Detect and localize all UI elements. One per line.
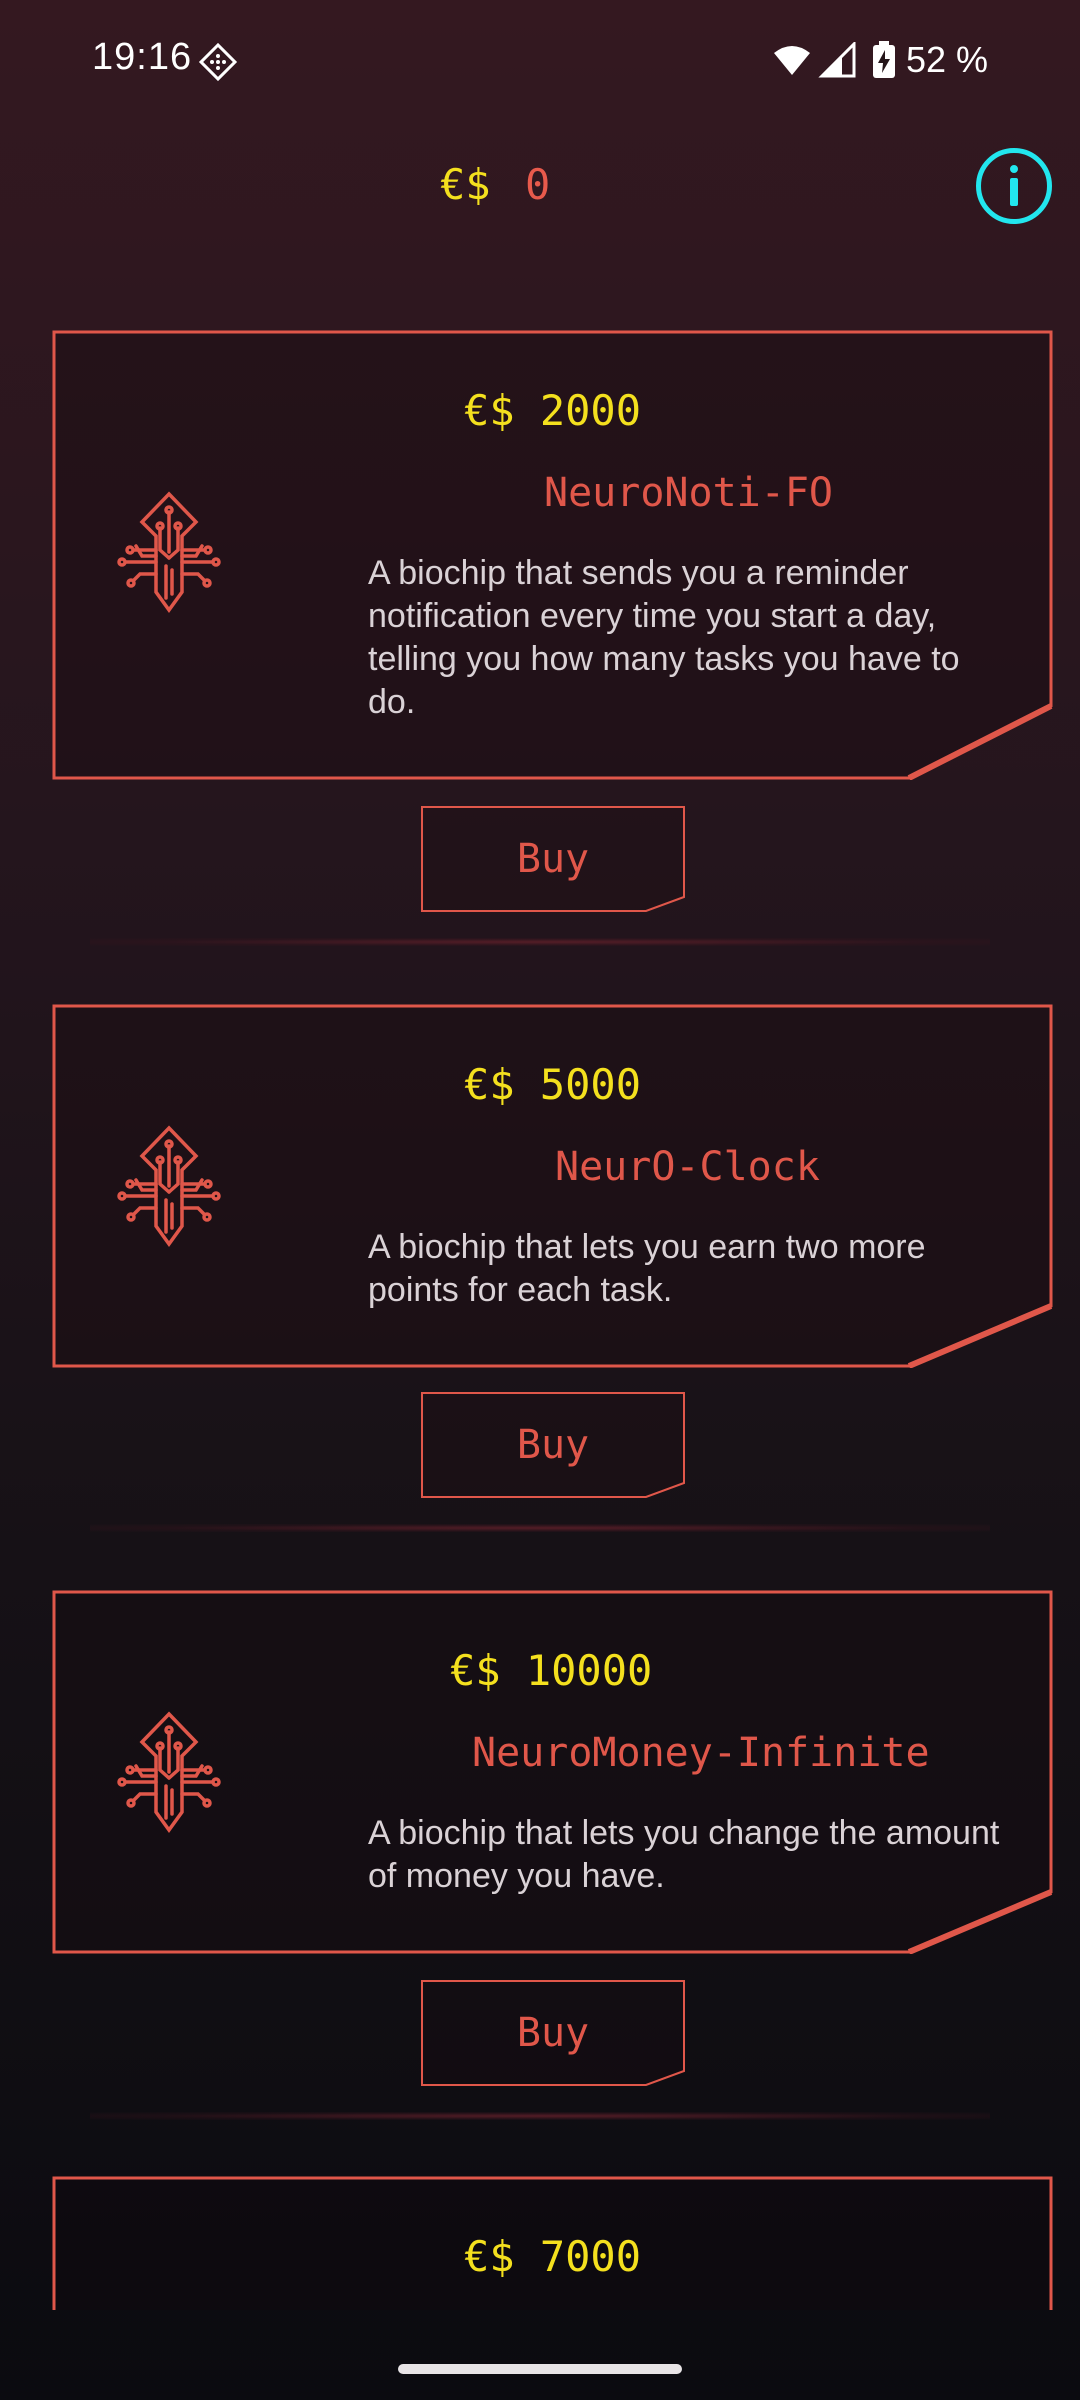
currency-symbol: €$ bbox=[440, 160, 491, 209]
info-button[interactable] bbox=[976, 148, 1052, 224]
biochip-circuit-icon bbox=[117, 1711, 221, 1833]
item-name: NeuroNoti-FO bbox=[544, 470, 833, 516]
divider bbox=[90, 1524, 990, 1532]
wifi-icon bbox=[773, 46, 810, 75]
biochip-circuit-icon bbox=[117, 491, 221, 613]
item-description: A biochip that lets you earn two more po… bbox=[368, 1228, 926, 1309]
shop-item-card: €$ 5000 NeurO-Clock A biochip that lets … bbox=[52, 1004, 1053, 1368]
item-description: A biochip that lets you change the amoun… bbox=[368, 1814, 1000, 1895]
info-icon bbox=[1010, 165, 1018, 206]
divider bbox=[90, 938, 990, 946]
buy-button[interactable]: Buy bbox=[421, 1392, 685, 1498]
item-description: A biochip that sends you a reminder noti… bbox=[368, 554, 960, 721]
shop-item-card: €$ 10000 NeuroMoney-Infinite A biochip t… bbox=[52, 1590, 1053, 1954]
buy-button[interactable]: Buy bbox=[421, 1980, 685, 2086]
battery-percentage: 52 % bbox=[905, 39, 988, 80]
item-price: €$ 5000 bbox=[464, 1060, 642, 1109]
buy-button-label: Buy bbox=[516, 2010, 590, 2056]
status-time: 19:16 bbox=[92, 36, 193, 78]
status-bar: 19:16 52 % bbox=[0, 0, 1080, 120]
divider bbox=[90, 2112, 990, 2120]
battery-charging-icon bbox=[872, 41, 895, 78]
item-price: €$ 7000 bbox=[464, 2232, 642, 2281]
shop-item-card: €$ 7000 bbox=[52, 2176, 1053, 2310]
item-price: €$ 2000 bbox=[464, 386, 642, 435]
header: €$ 0 bbox=[0, 140, 1080, 240]
buy-button[interactable]: Buy bbox=[421, 806, 685, 912]
item-name: NeuroMoney-Infinite bbox=[472, 1730, 930, 1776]
item-name: NeurO-Clock bbox=[555, 1144, 820, 1190]
shop-item-card: €$ 2000 NeuroNoti-FO A biochip that send… bbox=[52, 330, 1053, 780]
item-price: €$ 10000 bbox=[450, 1646, 653, 1695]
biochip-circuit-icon bbox=[117, 1125, 221, 1247]
home-indicator[interactable] bbox=[398, 2364, 682, 2374]
app-notification-icon bbox=[198, 42, 238, 82]
buy-button-label: Buy bbox=[516, 836, 590, 882]
status-right: 52 % bbox=[772, 38, 988, 82]
balance-value: 0 bbox=[525, 160, 551, 209]
signal-icon bbox=[818, 42, 856, 78]
buy-button-label: Buy bbox=[516, 1422, 590, 1468]
